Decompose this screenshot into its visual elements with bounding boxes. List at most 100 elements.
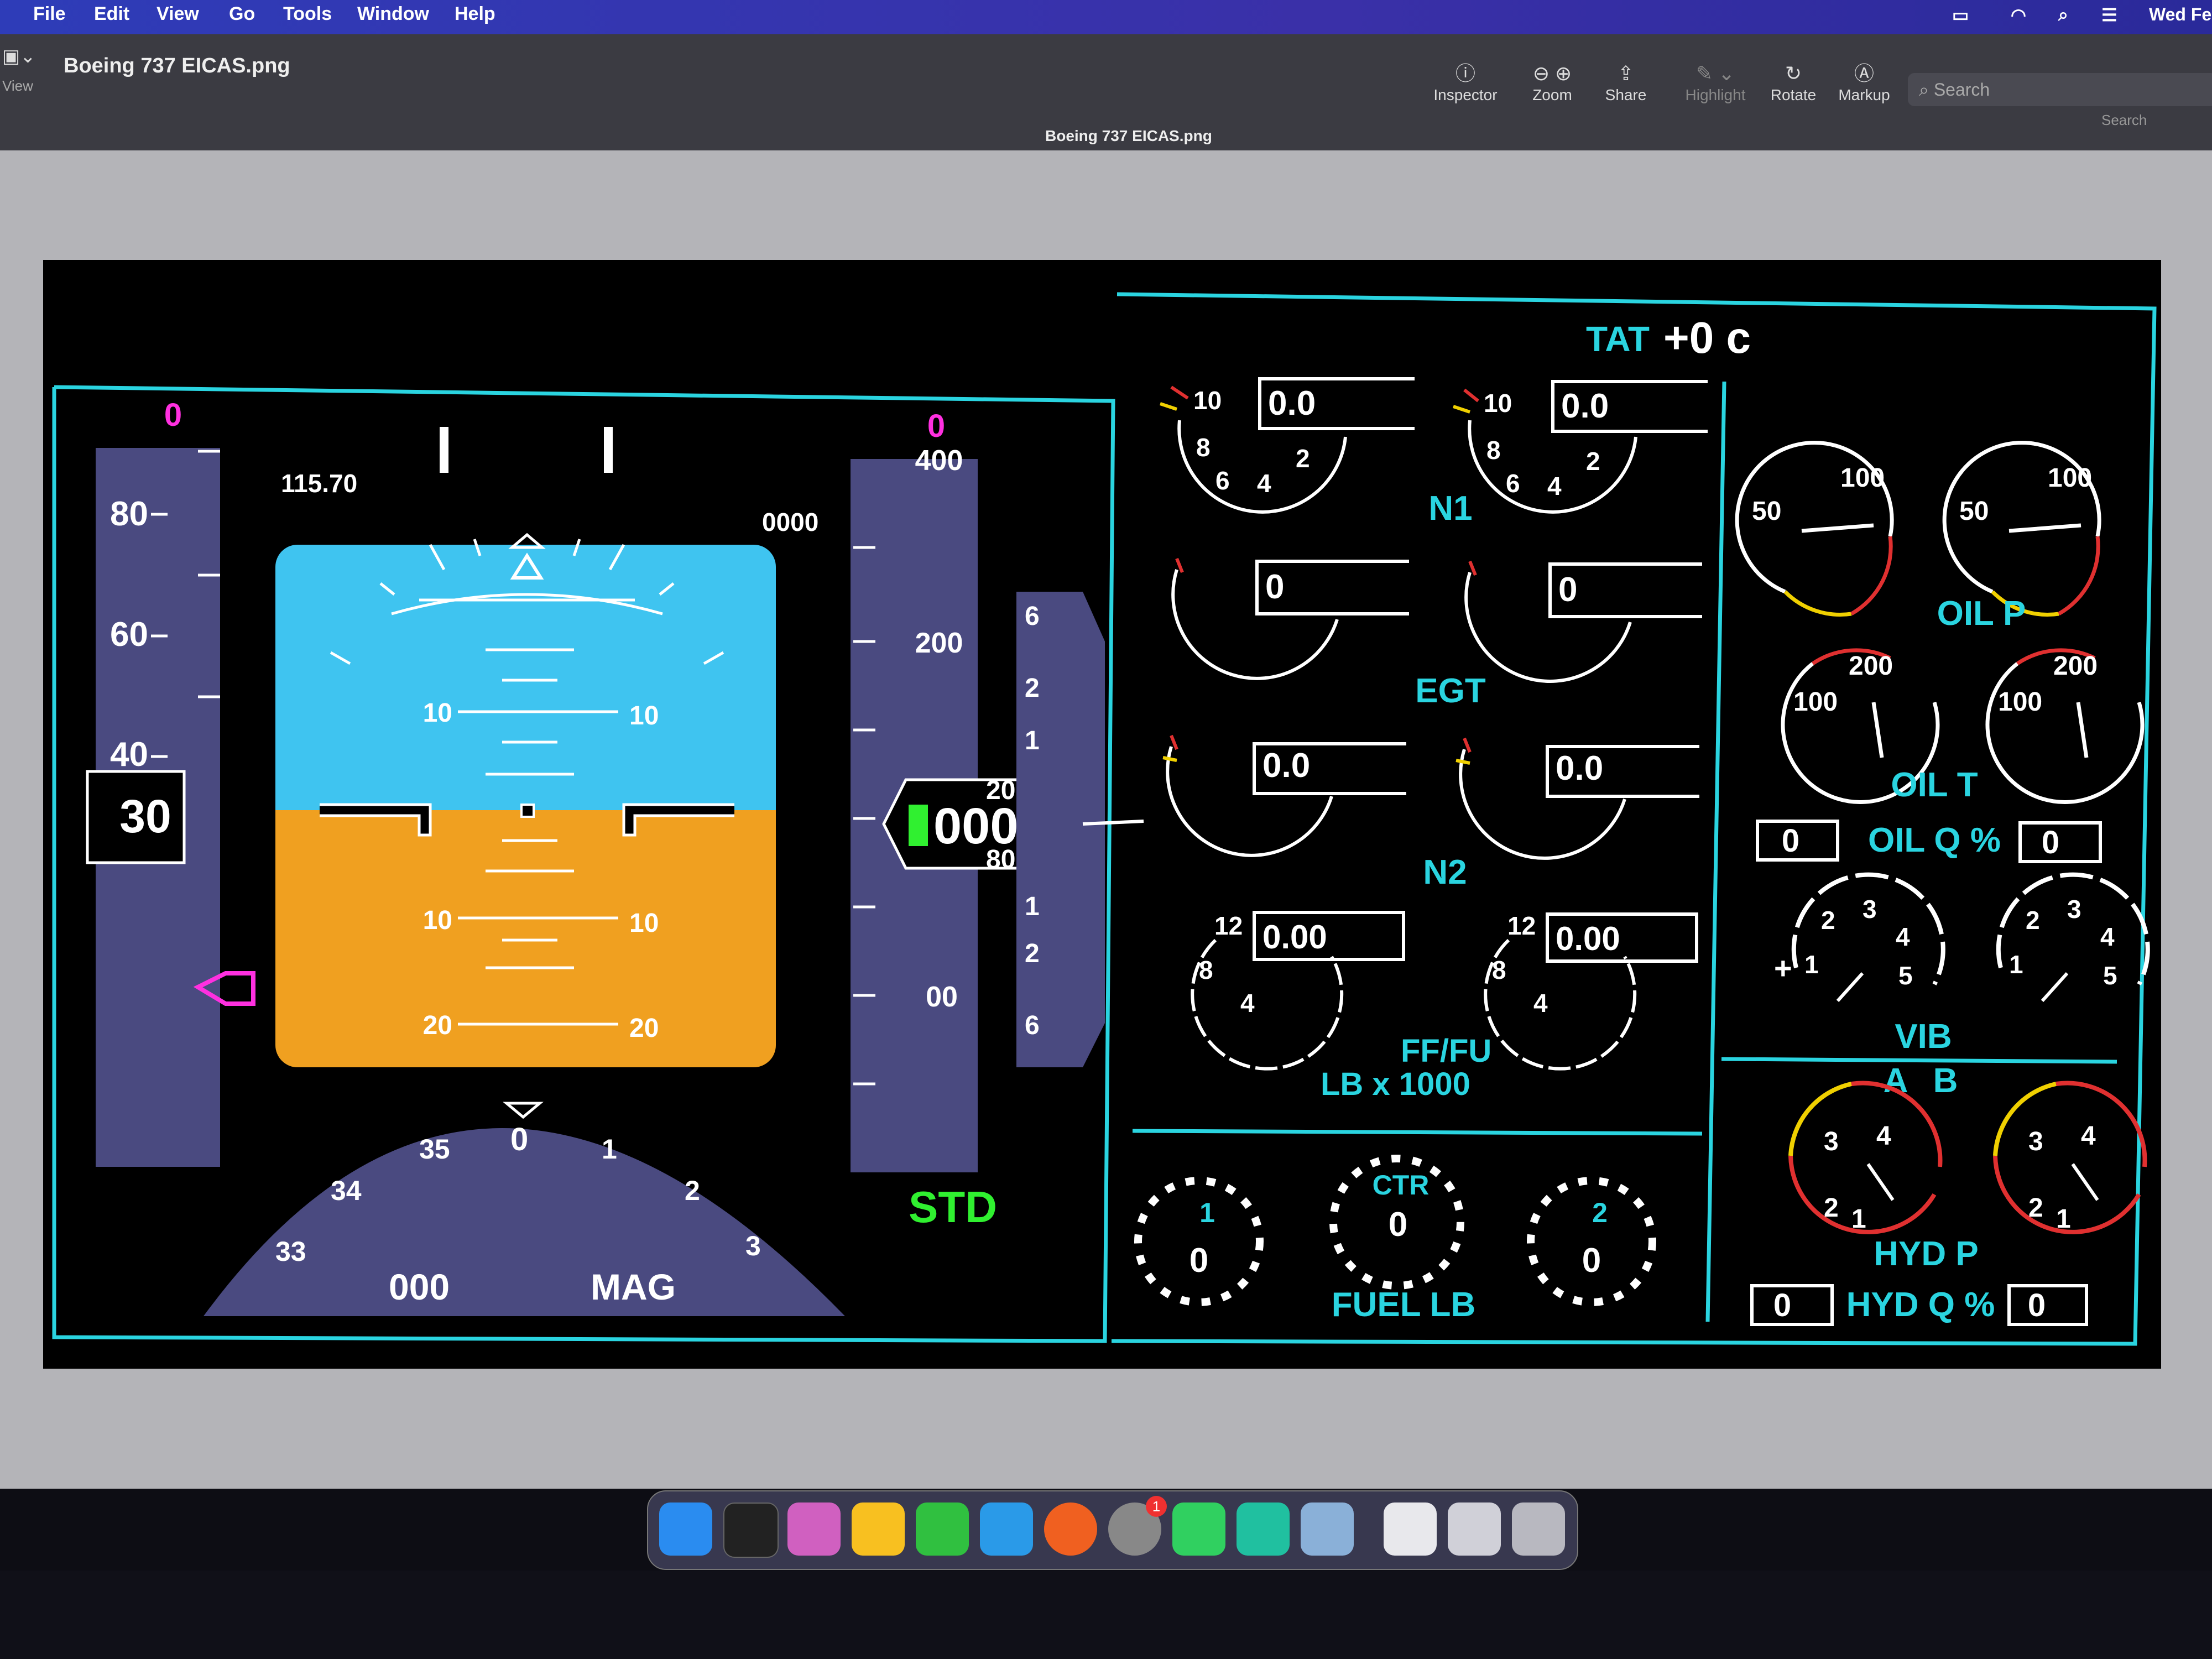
fuel-center-gauge: CTR 0 — [1329, 1155, 1464, 1290]
heading-readout: 000 — [389, 1266, 450, 1307]
egt-left-gauge — [1171, 557, 1339, 680]
vib-tick-label: 3 — [1863, 895, 1877, 924]
ff-tick-label: 8 — [1199, 956, 1213, 984]
menu-go[interactable]: Go — [229, 3, 255, 25]
fuel-left-value: 0 — [1190, 1241, 1208, 1280]
heading-label: 2 — [685, 1175, 700, 1206]
menu-clock[interactable]: Wed Fe — [2149, 4, 2211, 25]
n1-left-gauge — [1160, 385, 1347, 514]
hyd-system-b: B — [1933, 1062, 1958, 1100]
documents-icon[interactable] — [1384, 1503, 1437, 1556]
vib-right-needle — [2041, 972, 2069, 1003]
fuel-right-gauge: 2 0 — [1527, 1177, 1656, 1306]
menu-window[interactable]: Window — [357, 3, 429, 25]
zoom-button[interactable]: ⊖ ⊕ Zoom — [1511, 61, 1594, 104]
preview-icon[interactable] — [1301, 1503, 1354, 1556]
altitude-green-box — [909, 805, 928, 846]
hyd-q-left-box — [1750, 1284, 1834, 1326]
spotlight-icon[interactable]: ⌕ — [2058, 4, 2068, 25]
tat-label: TAT — [1586, 319, 1650, 359]
vib-tick-label: 3 — [2067, 895, 2081, 924]
oil-t-left-scale: 100 200 — [1793, 651, 1893, 717]
eicas-divider-horizontal — [1132, 1129, 1703, 1136]
info-icon: ⓘ — [1455, 62, 1475, 85]
eicas-image: 0 80 60 40 30 115.70 0000 10 10 10 10 20… — [43, 260, 2161, 1369]
hyd-q-right-value: 0 — [2028, 1287, 2046, 1323]
finder-icon[interactable] — [659, 1503, 712, 1556]
vib-left-needle — [1836, 972, 1864, 1003]
ff-tick-label: 4 — [1240, 989, 1255, 1018]
speed-tick-label: 80 — [110, 495, 148, 533]
heading-label: 33 — [275, 1236, 306, 1267]
ff-tick-label: 12 — [1214, 911, 1243, 940]
menu-view[interactable]: View — [156, 3, 199, 25]
highlight-icon: ✎ ⌄ — [1695, 62, 1735, 85]
search-input[interactable]: ⌕ Search — [1908, 73, 2212, 106]
terminal-icon[interactable] — [723, 1503, 779, 1558]
share-button[interactable]: ⇪ Share — [1584, 61, 1667, 104]
hyd-left-scale: 2 3 4 1 — [1824, 1121, 1891, 1234]
oil-q-left-value: 0 — [1782, 823, 1799, 859]
heading-label: 3 — [745, 1230, 761, 1261]
n1-left-value: 0.0 — [1268, 384, 1316, 422]
menu-file[interactable]: File — [33, 3, 66, 25]
ff-sublabel: LB x 1000 — [1321, 1066, 1470, 1102]
downloads-icon[interactable] — [1448, 1503, 1501, 1556]
vertical-speed-scale — [1016, 592, 1105, 1067]
vib-tick-label: 1 — [1804, 950, 1819, 979]
settings-badge: 1 — [1146, 1496, 1167, 1517]
oil-t-tick-label: 200 — [1849, 651, 1893, 681]
preview-toolbar: ▣⌄ View Boeing 737 EICAS.png ⓘ Inspector … — [0, 34, 2212, 150]
highlight-button[interactable]: ✎ ⌄ Highlight — [1674, 61, 1757, 104]
fuel-label: FUEL LB — [1332, 1286, 1476, 1324]
menu-edit[interactable]: Edit — [94, 3, 129, 25]
attitude-sky — [275, 545, 776, 810]
oil-t-tick-label: 200 — [2053, 651, 2098, 681]
fuel-tank-label: 2 — [1592, 1197, 1608, 1228]
hyd-tick-label: 1 — [2056, 1204, 2071, 1234]
egt-right-gauge — [1464, 560, 1632, 683]
n2-left-value: 0.0 — [1262, 747, 1310, 785]
zoom-icon: ⊖ ⊕ — [1532, 62, 1572, 85]
oil-p-tick-label: 50 — [1752, 497, 1781, 526]
control-center-icon[interactable]: ☰ — [2101, 4, 2117, 25]
n2-right-value: 0.0 — [1556, 749, 1603, 787]
trash-icon[interactable] — [1512, 1503, 1565, 1556]
fuel-center-value: 0 — [1389, 1206, 1407, 1244]
oil-p-tick-label: 100 — [2048, 463, 2092, 493]
menu-help[interactable]: Help — [455, 3, 495, 25]
markup-button[interactable]: Ⓐ Markup — [1823, 61, 1906, 104]
fuel-left-gauge: 1 0 — [1134, 1177, 1264, 1306]
pycharm-icon[interactable] — [1172, 1503, 1225, 1556]
speed-readout: 30 — [119, 790, 171, 842]
hyd-q-label: HYD Q % — [1846, 1286, 1995, 1324]
vib-tick-label: 5 — [1898, 961, 1913, 990]
oil-t-tick-label: 100 — [1793, 687, 1838, 717]
launchpad-icon[interactable] — [787, 1503, 841, 1556]
sidebar-toggle-icon[interactable]: ▣⌄ — [2, 45, 36, 67]
n1-tick-label: 4 — [1547, 472, 1562, 500]
menu-bar: File Edit View Go Tools Window Help ▭ ◠ … — [0, 0, 2212, 34]
altitude-label: 00 — [926, 981, 958, 1013]
numbers-icon[interactable] — [916, 1503, 969, 1556]
hyd-tick-label: 4 — [1876, 1121, 1891, 1151]
clion-icon[interactable] — [1237, 1503, 1290, 1556]
nav-frequency: 115.70 — [281, 469, 357, 498]
wifi-icon[interactable]: ◠ — [2011, 4, 2026, 25]
menu-tools[interactable]: Tools — [283, 3, 332, 25]
n1-tick-label: 6 — [1215, 466, 1230, 495]
firefox-icon[interactable] — [1044, 1503, 1097, 1556]
inspector-button[interactable]: ⓘ Inspector — [1424, 61, 1507, 104]
ff-tick-label: 4 — [1533, 989, 1548, 1018]
battery-icon[interactable]: ▭ — [1952, 4, 1969, 25]
vib-tick-label: 2 — [2026, 906, 2040, 935]
hyd-right-scale: 2 3 4 1 — [2028, 1121, 2096, 1234]
ff-right-scale: 12 8 4 — [1492, 911, 1548, 1018]
fuel-tank-label: 1 — [1199, 1197, 1215, 1228]
n1-tick-label: 10 — [1193, 386, 1222, 415]
notes-icon[interactable] — [852, 1503, 905, 1556]
share-icon: ⇪ — [1617, 62, 1635, 85]
oil-p-tick-label: 50 — [1959, 497, 1989, 526]
keynote-icon[interactable] — [980, 1503, 1033, 1556]
heading-pointer — [503, 1102, 544, 1119]
